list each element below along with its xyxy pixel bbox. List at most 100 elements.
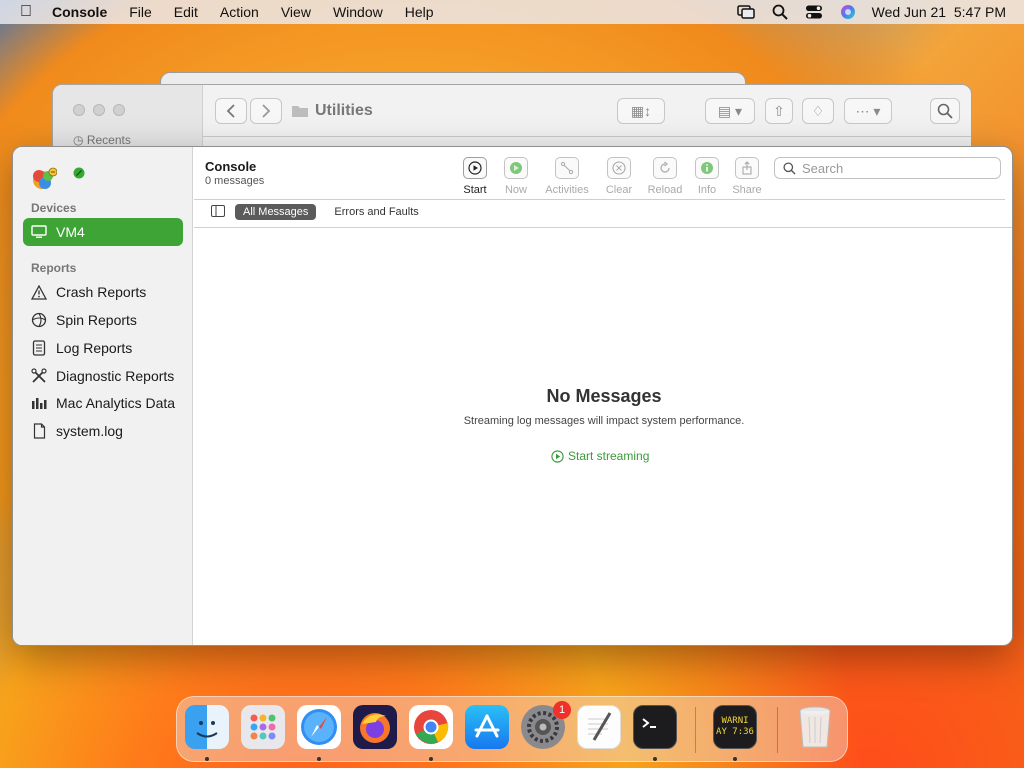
finder-icon[interactable] <box>185 705 229 749</box>
devices-header: Devices <box>31 201 77 215</box>
menu-bar:  Console File Edit Action View Window H… <box>0 0 1024 24</box>
control-center-icon[interactable] <box>804 4 824 20</box>
finder-search-button[interactable] <box>930 98 960 124</box>
sidebar-item-log-reports[interactable]: Log Reports <box>23 334 183 362</box>
finder-share-button[interactable]: ⇧ <box>765 98 793 124</box>
zoom-icon[interactable] <box>113 104 125 116</box>
sidebar-item-spin-reports[interactable]: Spin Reports <box>23 306 183 334</box>
finder-traffic-lights <box>73 104 125 116</box>
menu-clock[interactable]: Wed Jun 21 5:47 PM <box>872 4 1006 20</box>
group-icon: ▤ ▾ <box>717 102 743 119</box>
siri-icon[interactable] <box>838 4 858 20</box>
dock: 1 WARNI AY 7:36 <box>176 696 848 762</box>
finder-sidebar-recents[interactable]: ◷ Recents <box>73 133 131 147</box>
launchpad-icon[interactable] <box>241 705 285 749</box>
message-count: 0 messages <box>205 175 265 187</box>
group-button[interactable]: ▤ ▾ <box>705 98 755 124</box>
grid-icon: ▦↕ <box>630 102 652 119</box>
tag-icon: ♢ <box>811 102 825 119</box>
back-button[interactable] <box>215 98 247 124</box>
spotlight-search-icon[interactable] <box>770 4 790 20</box>
terminal-icon[interactable] <box>633 705 677 749</box>
terminal-running-dot <box>653 757 657 761</box>
system-settings-icon[interactable]: 1 <box>521 701 571 749</box>
menu-action[interactable]: Action <box>209 4 270 20</box>
dock-separator-trash <box>777 707 778 753</box>
menu-window[interactable]: Window <box>322 4 394 20</box>
toolbar-divider <box>194 199 1005 200</box>
settings-notification-badge: 1 <box>553 701 571 719</box>
now-button[interactable]: Now <box>491 157 541 196</box>
share-button[interactable]: Share <box>722 157 772 196</box>
share-icon <box>735 157 759 179</box>
menu-view[interactable]: View <box>270 4 322 20</box>
console-app-icon[interactable]: WARNI AY 7:36 <box>713 705 757 749</box>
empty-state-title: No Messages <box>546 386 662 406</box>
menu-app-name[interactable]: Console <box>52 4 118 20</box>
firefox-icon[interactable] <box>353 705 397 749</box>
bar-chart-icon <box>31 395 47 411</box>
finder-running-dot <box>205 757 209 761</box>
console-main: Console 0 messages Start Now Activities … <box>194 147 1012 645</box>
finder-title: Utilities <box>291 102 373 120</box>
spin-icon <box>31 312 47 328</box>
safari-icon[interactable] <box>297 705 341 749</box>
trash-icon[interactable] <box>793 705 837 749</box>
finder-divider <box>203 136 971 137</box>
search-field[interactable] <box>774 157 1001 179</box>
search-icon <box>937 103 953 119</box>
clock-icon: ◷ <box>73 133 84 147</box>
apple-menu-icon[interactable]:  <box>0 3 52 21</box>
fullscreen-icon[interactable] <box>73 167 85 179</box>
finder-window: ◷ Recents Utilities ▦↕ ▤ ▾ ⇧ ♢ ⋯ ▾ <box>52 84 972 154</box>
tab-errors-and-faults[interactable]: Errors and Faults <box>326 204 426 220</box>
menu-help[interactable]: Help <box>394 4 445 20</box>
tools-icon <box>31 368 47 384</box>
clear-icon <box>607 157 631 179</box>
safari-running-dot <box>317 757 321 761</box>
more-actions-button[interactable]: ⋯ ▾ <box>844 98 892 124</box>
reports-header: Reports <box>31 261 77 275</box>
activities-button[interactable]: Activities <box>542 157 592 196</box>
sidebar-item-vm4[interactable]: VM4 <box>23 218 183 246</box>
sidebar-item-system-log[interactable]: system.log <box>23 417 183 445</box>
info-icon <box>695 157 719 179</box>
warning-icon <box>31 284 47 300</box>
filter-bar: All Messages Errors and Faults <box>211 204 427 220</box>
play-icon <box>463 157 487 179</box>
list-divider <box>194 227 1012 228</box>
document-icon <box>31 423 47 439</box>
search-input[interactable] <box>802 160 992 176</box>
screen-mirroring-icon[interactable] <box>736 4 756 20</box>
sidebar-item-crash-reports[interactable]: Crash Reports <box>23 278 183 306</box>
window-title: Console <box>205 159 257 174</box>
start-streaming-link[interactable]: Start streaming <box>551 449 649 463</box>
app-store-icon[interactable] <box>465 705 509 749</box>
minimize-icon[interactable] <box>93 104 105 116</box>
console-running-dot <box>733 757 737 761</box>
share-icon: ⇧ <box>773 102 785 119</box>
chrome-running-dot <box>429 757 433 761</box>
sidebar-item-diagnostic-reports[interactable]: Diagnostic Reports <box>23 362 183 390</box>
textedit-icon[interactable] <box>577 705 621 749</box>
tag-button[interactable]: ♢ <box>802 98 834 124</box>
chrome-icon[interactable] <box>409 705 453 749</box>
chevron-right-icon <box>262 104 271 118</box>
computer-icon <box>31 224 47 240</box>
activities-icon <box>555 157 579 179</box>
sidebar-item-mac-analytics-data[interactable]: Mac Analytics Data <box>23 389 183 417</box>
menu-file[interactable]: File <box>118 4 163 20</box>
console-window: Devices VM4 Reports Crash Reports Spin R… <box>12 146 1013 646</box>
tab-all-messages[interactable]: All Messages <box>235 204 317 220</box>
folder-icon <box>292 106 308 117</box>
forward-button[interactable] <box>250 98 282 124</box>
log-icon <box>31 340 47 356</box>
close-icon[interactable] <box>73 104 85 116</box>
reload-icon <box>653 157 677 179</box>
menu-edit[interactable]: Edit <box>163 4 209 20</box>
play-circle-icon <box>551 449 564 463</box>
traffic-lights-icon[interactable] <box>31 164 57 190</box>
clear-button[interactable]: Clear <box>594 157 644 196</box>
view-mode-button[interactable]: ▦↕ <box>617 98 665 124</box>
sidebar-toggle-icon[interactable] <box>211 204 225 220</box>
